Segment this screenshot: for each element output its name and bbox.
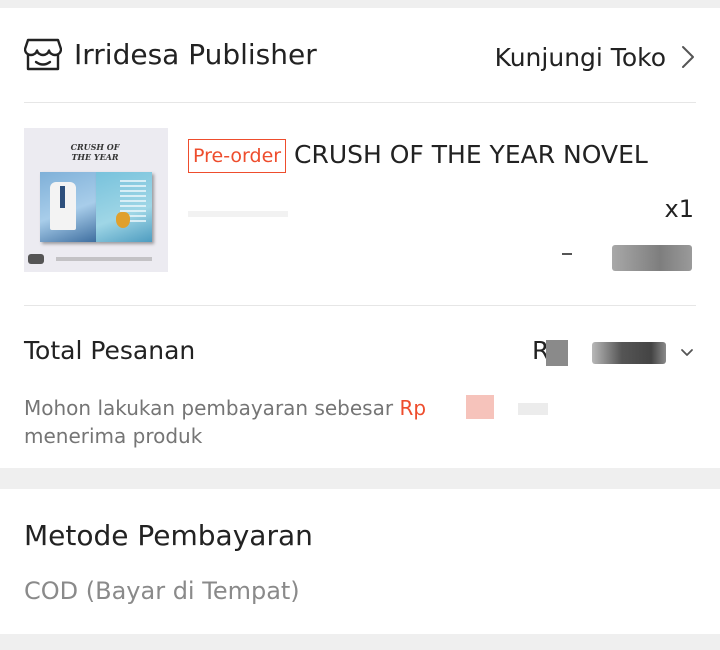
visit-shop-link[interactable]: Kunjungi Toko [495, 40, 696, 74]
chevron-right-icon[interactable] [680, 44, 696, 70]
product-row[interactable]: CRUSH OF THE YEAR Pre-order CRUSH OF THE… [24, 103, 696, 306]
shop-name[interactable]: Irridesa Publisher [74, 38, 317, 71]
thumbnail-caption [56, 257, 152, 261]
order-total-section: Total Pesanan R Mohon lakukan pembayaran… [24, 306, 696, 466]
payment-amount: Rp [399, 396, 427, 420]
product-thumbnail[interactable]: CRUSH OF THE YEAR [24, 128, 168, 272]
payment-method-card[interactable]: Metode Pembayaran COD (Bayar di Tempat) [0, 489, 720, 634]
redacted-amount-2 [518, 403, 549, 415]
shop-header: Irridesa Publisher Kunjungi Toko [24, 8, 696, 103]
book-cover-back [96, 172, 152, 242]
redacted-variant [188, 211, 288, 217]
publisher-logo [28, 254, 44, 264]
redacted-price [612, 245, 692, 271]
thumbnail-cover-title: CRUSH OF THE YEAR [70, 142, 120, 162]
redacted-total-2 [592, 342, 666, 364]
payment-instruction-tail: menerima produk [24, 424, 203, 448]
payment-method-value: COD (Bayar di Tempat) [24, 577, 300, 605]
order-shop-card: Irridesa Publisher Kunjungi Toko CRUSH O… [0, 8, 720, 468]
book-cover-front [40, 172, 96, 242]
visit-shop-label[interactable]: Kunjungi Toko [495, 43, 666, 72]
order-total-label: Total Pesanan [24, 336, 196, 365]
chevron-down-icon[interactable] [680, 348, 694, 358]
preorder-badge: Pre-order [188, 139, 287, 173]
product-quantity: x1 [664, 195, 694, 223]
redacted-amount [466, 395, 495, 419]
payment-instruction-text: Mohon lakukan pembayaran sebesar [24, 396, 400, 420]
redacted-total-1 [546, 340, 568, 366]
product-name[interactable]: CRUSH OF THE YEAR NOVEL [294, 139, 648, 171]
payment-method-title: Metode Pembayaran [24, 519, 313, 552]
store-icon [24, 38, 62, 71]
payment-instruction: Mohon lakukan pembayaran sebesar Rp mene… [24, 394, 624, 450]
redacted-price-mark [562, 253, 572, 255]
